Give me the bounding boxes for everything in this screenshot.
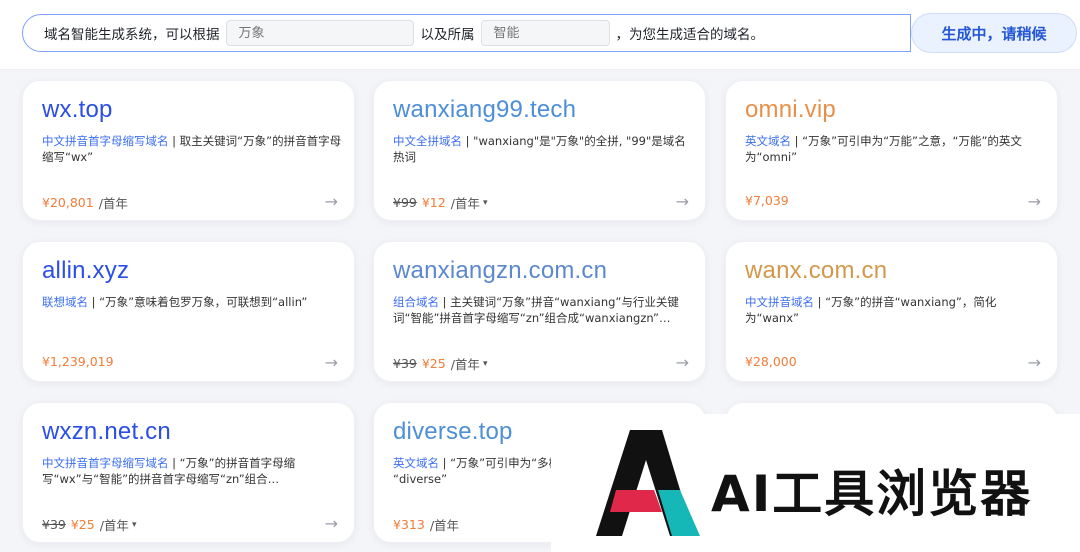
arrow-right-icon[interactable]: →	[1028, 353, 1041, 372]
original-price: ¥39	[393, 356, 417, 371]
top-bar: 域名智能生成系统，可以根据 以及所属 ，为您生成适合的域名。 生成中，请稍候	[0, 0, 1080, 70]
prompt-text-3: ，为您生成适合的域名。	[615, 27, 765, 43]
price: ¥20,801	[42, 195, 94, 210]
domain-name[interactable]: omni.vip	[745, 96, 836, 124]
domain-description: 中文拼音首字母缩写域名 | 取主关键词“万象”的拼音首字母缩写“wx”	[42, 133, 342, 165]
domain-type-tag: 中文拼音域名	[745, 295, 814, 309]
original-price: ¥99	[393, 195, 417, 210]
domain-description: 中文全拼域名 | "wanxiang"是"万象"的全拼, "99"是域名热词	[393, 133, 693, 165]
domain-description: 英文域名 | “万象”可引申为“万能”之意，“万能”的英文为“omni”	[745, 133, 1045, 165]
domain-type-tag: 联想域名	[42, 295, 88, 309]
domain-card[interactable]: wanxiangzn.com.cn 组合域名 | 主关键词“万象”拼音“wanx…	[373, 241, 706, 382]
price: ¥1,239,019	[42, 354, 114, 369]
price: ¥7,039	[745, 193, 789, 208]
price: ¥28,000	[745, 354, 797, 369]
domain-card[interactable]: allin.xyz 联想域名 | “万象”意味着包罗万象，可联想到“allin”…	[22, 241, 355, 382]
keyword-input[interactable]	[225, 20, 414, 46]
arrow-right-icon[interactable]: →	[1028, 192, 1041, 211]
domain-type-tag: 英文域名	[745, 134, 791, 148]
price: ¥313	[393, 517, 425, 532]
domain-name[interactable]: wanxiang99.tech	[393, 96, 576, 124]
watermark-overlay: AI工具浏览器	[551, 414, 1080, 552]
price-row: ¥1,239,019	[42, 354, 114, 369]
arrow-right-icon[interactable]: →	[325, 192, 338, 211]
generate-button[interactable]: 生成中，请稍候	[911, 13, 1077, 53]
price-period: /首年	[99, 518, 129, 533]
chevron-down-icon[interactable]: ▾	[483, 359, 488, 369]
original-price: ¥39	[42, 517, 66, 532]
price-period: /首年	[450, 357, 480, 372]
price-row: ¥313 /首年	[393, 515, 459, 534]
domain-card[interactable]: wanxiang99.tech 中文全拼域名 | "wanxiang"是"万象"…	[373, 80, 706, 221]
domain-description: 联想域名 | “万象”意味着包罗万象，可联想到“allin”	[42, 294, 342, 310]
domain-reason-cont: “diverse”	[393, 472, 448, 486]
domain-name[interactable]: diverse.top	[393, 418, 513, 446]
domain-type-tag: 中文拼音首字母缩写域名	[42, 456, 169, 470]
domain-card[interactable]: wanx.com.cn 中文拼音域名 | “万象”的拼音“wanxiang”，简…	[725, 241, 1058, 382]
brand-logo-icon	[596, 430, 700, 536]
domain-description: 组合域名 | 主关键词“万象”拼音“wanxiang”与行业关键词“智能”拼音首…	[393, 294, 693, 326]
domain-name[interactable]: allin.xyz	[42, 257, 129, 285]
domain-type-tag: 中文全拼域名	[393, 134, 462, 148]
domain-description: 中文拼音域名 | “万象”的拼音“wanxiang”，简化为“wanx”	[745, 294, 1045, 326]
domain-reason: | “万象”可引申为“多样	[439, 456, 561, 470]
domain-name[interactable]: wanx.com.cn	[745, 257, 887, 285]
price-period: /首年	[429, 518, 460, 533]
price: ¥25	[421, 356, 446, 371]
prompt-text-2: 以及所属	[420, 27, 475, 43]
arrow-right-icon[interactable]: →	[325, 353, 338, 372]
price-row: ¥99 ¥12 /首年 ▾	[393, 193, 487, 212]
price: ¥12	[421, 195, 446, 210]
domain-card[interactable]: wx.top 中文拼音首字母缩写域名 | 取主关键词“万象”的拼音首字母缩写“w…	[22, 80, 355, 221]
domain-type-tag: 中文拼音首字母缩写域名	[42, 134, 169, 148]
domain-reason: | “万象”意味着包罗万象，可联想到“allin”	[88, 295, 308, 309]
prompt-box: 域名智能生成系统，可以根据 以及所属 ，为您生成适合的域名。	[22, 14, 911, 52]
price-row: ¥7,039	[745, 193, 789, 208]
arrow-right-icon[interactable]: →	[676, 353, 689, 372]
chevron-down-icon[interactable]: ▾	[483, 198, 488, 208]
price-row: ¥39 ¥25 /首年 ▾	[393, 354, 487, 373]
price: ¥25	[70, 517, 95, 532]
prompt-text-1: 域名智能生成系统，可以根据	[44, 27, 220, 43]
price-row: ¥20,801 /首年	[42, 193, 128, 212]
arrow-right-icon[interactable]: →	[325, 514, 338, 533]
domain-card[interactable]: wxzn.net.cn 中文拼音首字母缩写域名 | “万象”的拼音首字母缩写“w…	[22, 402, 355, 543]
domain-name[interactable]: wxzn.net.cn	[42, 418, 171, 446]
domain-name[interactable]: wanxiangzn.com.cn	[393, 257, 607, 285]
domain-type-tag: 组合域名	[393, 295, 439, 309]
industry-input[interactable]	[480, 20, 610, 46]
domain-card[interactable]: omni.vip 英文域名 | “万象”可引申为“万能”之意，“万能”的英文为“…	[725, 80, 1058, 221]
price-row: ¥28,000	[745, 354, 797, 369]
domain-name[interactable]: wx.top	[42, 96, 113, 124]
chevron-down-icon[interactable]: ▾	[132, 520, 137, 530]
domain-type-tag: 英文域名	[393, 456, 439, 470]
arrow-right-icon[interactable]: →	[676, 192, 689, 211]
price-period: /首年	[450, 196, 480, 211]
price-period: /首年	[98, 196, 128, 211]
brand-text: AI工具浏览器	[711, 465, 1033, 523]
domain-description: 中文拼音首字母缩写域名 | “万象”的拼音首字母缩写“wx”与“智能”的拼音首字…	[42, 455, 342, 487]
price-row: ¥39 ¥25 /首年 ▾	[42, 515, 136, 534]
